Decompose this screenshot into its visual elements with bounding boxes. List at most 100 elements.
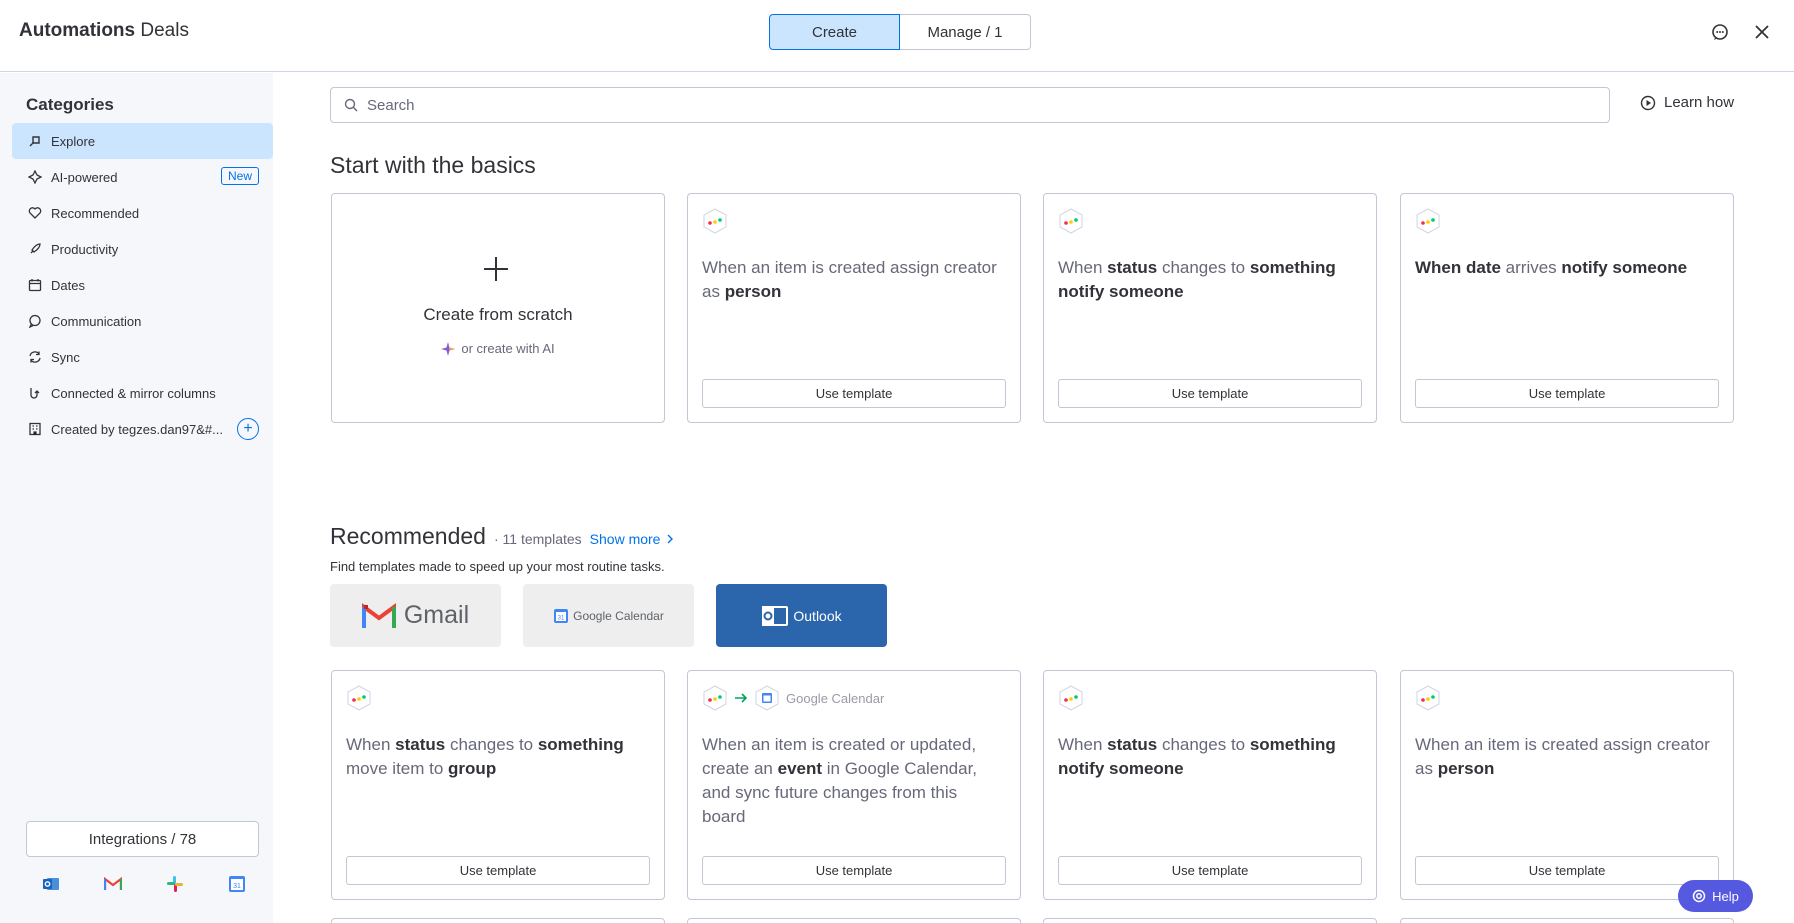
google-calendar-logo-icon: 31 xyxy=(554,608,569,623)
template-card[interactable]: When status changes to something notify … xyxy=(1043,193,1377,423)
outlook-label: Outlook xyxy=(793,607,842,624)
explore-icon xyxy=(28,134,42,148)
template-card-partial[interactable] xyxy=(687,918,1021,923)
sidebar-item-dates[interactable]: Dates xyxy=(12,267,273,303)
sidebar-item-label: Communication xyxy=(51,313,142,329)
outlook-icon[interactable] xyxy=(42,875,60,893)
template-card[interactable]: When date arrives notify someone Use tem… xyxy=(1400,193,1734,423)
sidebar-item-explore[interactable]: Explore xyxy=(12,123,273,159)
basics-title: Start with the basics xyxy=(330,152,536,178)
create-with-ai-link[interactable]: or create with AI xyxy=(332,341,664,356)
template-text: When status changes to something notify … xyxy=(1058,256,1358,304)
top-bar: Automations Deals Create Manage / 1 xyxy=(0,0,1794,72)
use-template-button[interactable]: Use template xyxy=(346,856,650,885)
integrations-button[interactable]: Integrations / 78 xyxy=(26,821,259,857)
create-from-scratch-label: Create from scratch xyxy=(423,305,573,324)
add-category-icon[interactable]: + xyxy=(237,418,259,440)
template-keyword: group xyxy=(448,759,497,778)
arrow-right-icon xyxy=(735,693,748,703)
sidebar-item-label: AI-powered xyxy=(51,169,118,185)
sidebar-item-connected-columns[interactable]: Connected & mirror columns xyxy=(12,375,273,411)
use-template-button[interactable]: Use template xyxy=(1415,379,1719,408)
template-card[interactable]: When status changes to something move it… xyxy=(331,670,665,900)
template-text-part: When xyxy=(1058,258,1108,277)
google-calendar-label: Google Calendar xyxy=(573,608,664,623)
monday-logo-icon xyxy=(1415,208,1441,234)
template-text-part: changes to xyxy=(1157,258,1250,277)
slack-icon[interactable] xyxy=(166,875,184,893)
create-from-scratch-card[interactable]: Create from scratch or create with AI xyxy=(331,193,665,423)
tab-create[interactable]: Create xyxy=(769,14,900,50)
gmail-filter-button[interactable]: Gmail xyxy=(330,584,501,647)
templates-count: · 11 templates xyxy=(493,531,582,547)
use-template-button[interactable]: Use template xyxy=(702,856,1006,885)
connect-icon xyxy=(28,386,42,400)
show-more-label: Show more xyxy=(589,531,661,547)
sidebar-item-created-by[interactable]: Created by tegzes.dan97&#... + xyxy=(12,411,273,447)
sidebar-item-label: Created by tegzes.dan97&#... xyxy=(51,421,224,437)
template-keyword: something xyxy=(537,735,624,754)
monday-logo-icon xyxy=(346,685,372,711)
template-keyword: event xyxy=(777,759,823,778)
search-icon xyxy=(344,98,358,116)
template-text-part: changes to xyxy=(445,735,538,754)
use-template-button[interactable]: Use template xyxy=(702,379,1006,408)
sidebar-item-ai-powered[interactable]: AI-powered New xyxy=(12,159,273,195)
outlook-filter-button[interactable]: Outlook xyxy=(716,584,887,647)
monday-logo-icon xyxy=(1058,685,1084,711)
search-input[interactable]: Search xyxy=(330,87,1610,123)
template-card[interactable]: When status changes to something notify … xyxy=(1043,670,1377,900)
sidebar-item-recommended[interactable]: Recommended xyxy=(12,195,273,231)
template-card-partial[interactable] xyxy=(331,918,665,923)
google-calendar-icon[interactable]: 31 xyxy=(228,875,246,893)
template-card-partial[interactable] xyxy=(1043,918,1377,923)
recommended-title: Recommended xyxy=(330,523,486,549)
help-icon xyxy=(1692,889,1706,903)
svg-text:31: 31 xyxy=(233,883,241,890)
close-icon[interactable] xyxy=(1750,20,1774,44)
integration-icons: 31 xyxy=(42,875,246,893)
template-text-part: changes to xyxy=(1157,735,1250,754)
monday-logo-icon xyxy=(702,208,728,234)
integration-name: Google Calendar xyxy=(786,690,885,706)
feedback-icon[interactable] xyxy=(1708,20,1732,44)
categories-title: Categories xyxy=(26,95,114,114)
sidebar-item-communication[interactable]: Communication xyxy=(12,303,273,339)
template-text-part: arrives xyxy=(1500,258,1562,277)
template-text-part: When xyxy=(1058,735,1108,754)
sidebar-item-label: Productivity xyxy=(51,241,119,257)
template-card-partial[interactable] xyxy=(1400,918,1734,923)
recommended-header: Recommended · 11 templates Show more xyxy=(330,523,674,550)
template-text-part: move item to xyxy=(346,759,449,778)
sidebar-item-productivity[interactable]: Productivity xyxy=(12,231,273,267)
help-button[interactable]: Help xyxy=(1678,880,1753,912)
template-card[interactable]: When an item is created assign creator a… xyxy=(687,193,1021,423)
template-keyword: person xyxy=(1437,759,1495,778)
category-list: Explore AI-powered New Recommended Produ… xyxy=(12,123,273,447)
template-card[interactable]: When an item is created assign creator a… xyxy=(1400,670,1734,900)
show-more-link[interactable]: Show more xyxy=(590,531,675,547)
calendar-icon xyxy=(28,278,42,292)
template-keyword: status xyxy=(1107,258,1158,277)
template-text: When an item is created or updated, crea… xyxy=(702,733,1002,829)
use-template-button[interactable]: Use template xyxy=(1058,856,1362,885)
plus-icon xyxy=(481,254,511,289)
recommended-subtitle: Find templates made to speed up your mos… xyxy=(330,559,665,574)
tab-manage[interactable]: Manage / 1 xyxy=(900,14,1031,50)
template-keyword: status xyxy=(395,735,446,754)
gmail-icon[interactable] xyxy=(104,875,122,893)
page-title: Automations Deals xyxy=(19,20,189,42)
svg-text:31: 31 xyxy=(558,615,565,621)
use-template-button[interactable]: Use template xyxy=(1058,379,1362,408)
template-card[interactable]: Google Calendar When an item is created … xyxy=(687,670,1021,900)
google-calendar-filter-button[interactable]: 31 Google Calendar xyxy=(523,584,694,647)
sidebar-item-sync[interactable]: Sync xyxy=(12,339,273,375)
templates-count-value: 11 templates xyxy=(502,531,582,547)
learn-how-link[interactable]: Learn how xyxy=(1640,94,1734,111)
building-icon xyxy=(28,422,42,436)
title-automations: Automations xyxy=(19,20,136,41)
template-text: When an item is created assign creator a… xyxy=(1415,733,1715,781)
outlook-logo-icon xyxy=(762,605,789,626)
use-template-button[interactable]: Use template xyxy=(1415,856,1719,885)
rocket-icon xyxy=(28,242,42,256)
